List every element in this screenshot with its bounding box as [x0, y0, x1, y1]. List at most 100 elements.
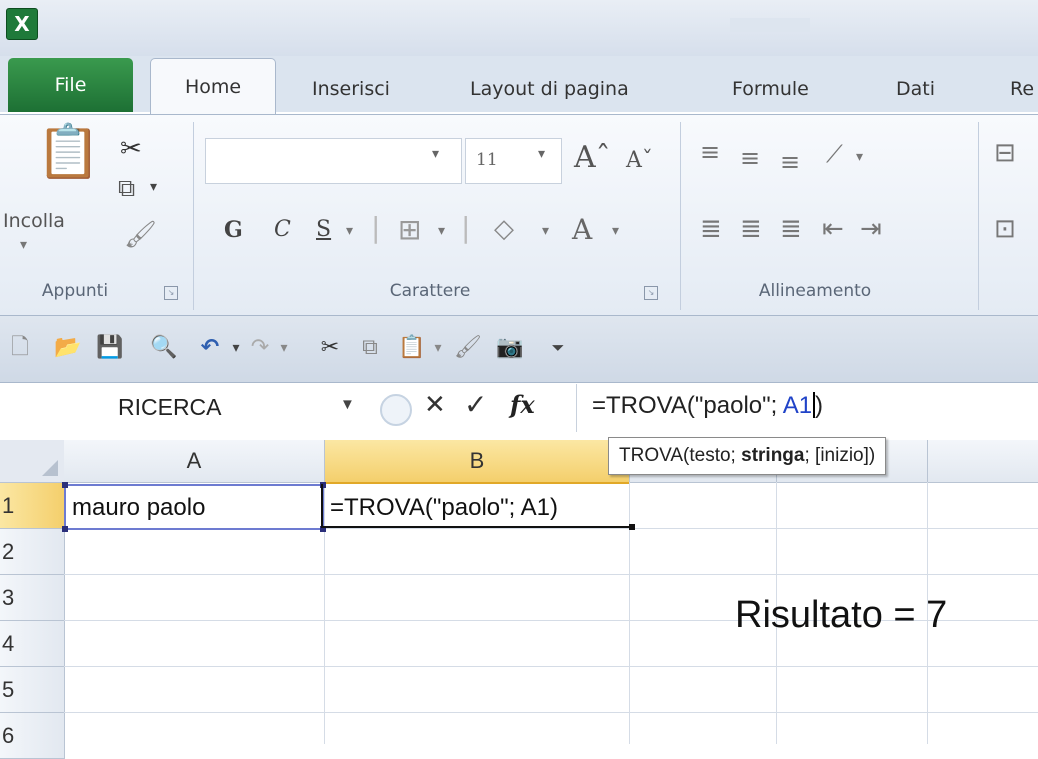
align-middle-icon[interactable]: ≡	[740, 146, 760, 170]
window-title-placeholder	[730, 18, 810, 32]
shrink-font-button[interactable]: Aˇ	[626, 148, 653, 173]
open-folder-icon[interactable]: 📂	[54, 334, 82, 362]
align-bottom-icon[interactable]: ≡	[780, 150, 800, 174]
row-number: 4	[2, 631, 15, 656]
decrease-indent-icon[interactable]: ⇤	[822, 216, 844, 242]
row-header-2[interactable]: 2	[0, 529, 65, 575]
tab-home[interactable]: Home	[150, 58, 276, 117]
save-icon[interactable]: 💾	[96, 334, 124, 362]
result-annotation: Risultato = 7	[735, 594, 948, 636]
group-separator	[978, 122, 979, 310]
column-header-e[interactable]	[928, 440, 1038, 483]
font-name-dropdown-arrow[interactable]: ▾	[432, 146, 439, 162]
tab-layout-di-pagina[interactable]: Layout di pagina	[470, 74, 629, 104]
italic-button[interactable]: C	[274, 217, 291, 242]
selection-handle[interactable]	[62, 482, 68, 488]
font-size-select[interactable]: 11	[465, 138, 562, 184]
row-number: 6	[2, 723, 15, 748]
undo-icon[interactable]: ↶	[196, 334, 224, 362]
select-all-corner[interactable]	[0, 440, 65, 483]
formula-prefix: =TROVA("paolo";	[592, 392, 783, 419]
formula-bar-resize-handle[interactable]	[380, 394, 412, 426]
paste-icon-qat[interactable]: 📋	[398, 334, 426, 362]
formula-input[interactable]: =TROVA("paolo"; A1)	[592, 392, 823, 420]
name-box[interactable]: RICERCA ▼	[0, 384, 372, 432]
font-name-select[interactable]	[205, 138, 462, 184]
tooltip-current-arg: stringa	[741, 445, 805, 466]
font-size-value: 11	[476, 150, 498, 170]
formula-bar-controls: ✕ ✓ fx	[372, 384, 577, 432]
wrap-text-icon[interactable]: ⊟	[994, 140, 1016, 166]
tab-dati[interactable]: Dati	[896, 74, 935, 104]
format-painter-icon[interactable]: 🖌	[124, 222, 157, 248]
format-painter-icon-qat[interactable]: 🖌	[454, 334, 482, 362]
paste-dropdown-arrow[interactable]: ▾	[20, 238, 27, 252]
customize-qat-icon[interactable]: ⏷	[544, 334, 572, 362]
paste-icon[interactable]: 📋	[36, 126, 101, 178]
underline-dropdown-arrow[interactable]: ▾	[346, 224, 353, 238]
cancel-icon[interactable]: ✕	[424, 390, 446, 420]
group-label-carattere: Carattere	[389, 281, 471, 301]
gridline	[64, 666, 1038, 667]
fill-handle[interactable]	[629, 524, 635, 530]
underline-button[interactable]: S	[316, 217, 331, 242]
new-file-icon[interactable]: 🗋	[6, 334, 34, 362]
row-header-4[interactable]: 4	[0, 621, 65, 667]
fill-color-dropdown-arrow[interactable]: ▾	[542, 224, 549, 238]
clipboard-launcher-icon[interactable]: ↘	[164, 286, 178, 300]
fill-color-icon[interactable]: ◇	[494, 216, 514, 242]
selection-handle[interactable]	[62, 526, 68, 532]
row-header-3[interactable]: 3	[0, 575, 65, 621]
row-header-5[interactable]: 5	[0, 667, 65, 713]
tab-file[interactable]: File	[8, 58, 133, 112]
align-left-icon[interactable]: ≣	[700, 216, 722, 242]
increase-indent-icon[interactable]: ⇥	[860, 216, 882, 242]
borders-dropdown-arrow[interactable]: ▾	[438, 224, 445, 238]
borders-icon[interactable]: ⊞	[398, 216, 421, 244]
group-label-allineamento: Allineamento	[758, 281, 872, 301]
tab-inserisci[interactable]: Inserisci	[312, 74, 390, 104]
camera-icon[interactable]: 📷	[496, 334, 524, 362]
cut-icon[interactable]: ✂	[120, 136, 142, 162]
column-header-b[interactable]: B	[325, 440, 630, 484]
insert-function-icon[interactable]: fx	[510, 390, 535, 419]
enter-check-icon[interactable]: ✓	[464, 388, 487, 421]
cell-a1-value: mauro paolo	[72, 494, 206, 521]
align-center-icon[interactable]: ≣	[740, 216, 762, 242]
tab-revisione-partial[interactable]: Re	[1010, 74, 1034, 104]
font-color-dropdown-arrow[interactable]: ▾	[612, 224, 619, 238]
copy-icon-qat[interactable]: ⧉	[356, 334, 384, 362]
font-size-dropdown-arrow[interactable]: ▾	[538, 146, 545, 162]
copy-dropdown-arrow[interactable]: ▾	[150, 180, 157, 194]
align-right-icon[interactable]: ≣	[780, 216, 802, 242]
copy-icon[interactable]: ⧉	[118, 176, 135, 200]
column-header-a[interactable]: A	[64, 440, 325, 483]
bold-button[interactable]: G	[224, 217, 243, 243]
name-box-value: RICERCA	[118, 394, 222, 420]
orientation-dropdown-arrow[interactable]: ▾	[856, 150, 863, 164]
paste-label[interactable]: Incolla	[3, 210, 65, 232]
font-color-button[interactable]: A	[572, 213, 592, 246]
text-orientation-icon[interactable]: ⟋	[826, 142, 843, 166]
name-box-dropdown-arrow[interactable]: ▼	[340, 396, 355, 413]
tooltip-prefix: TROVA(testo;	[619, 445, 742, 466]
title-bar	[0, 0, 1038, 56]
formula-suffix: )	[815, 392, 824, 419]
row-number: 2	[2, 539, 15, 564]
cut-icon-qat[interactable]: ✂	[316, 334, 344, 362]
paste-dropdown-arrow-qat[interactable]: ▾	[424, 334, 452, 362]
font-launcher-icon[interactable]: ↘	[644, 286, 658, 300]
row-number: 1	[2, 493, 15, 518]
excel-app-icon[interactable]: X	[6, 8, 38, 40]
cell-b1-value: =TROVA("paolo"; A1)	[330, 494, 559, 521]
grow-font-button[interactable]: Aˆ	[574, 140, 611, 175]
align-top-icon[interactable]: ≡	[700, 140, 720, 164]
tab-formule[interactable]: Formule	[732, 74, 809, 104]
redo-dropdown-arrow[interactable]: ▾	[270, 334, 298, 362]
row-header-1[interactable]: 1	[0, 483, 66, 529]
merge-center-icon[interactable]: ⊡	[994, 216, 1016, 242]
toolbar-divider: |	[371, 211, 381, 244]
print-preview-icon[interactable]: 🔍	[150, 334, 178, 362]
row-header-6[interactable]: 6	[0, 713, 65, 759]
row-number: 3	[2, 585, 15, 610]
